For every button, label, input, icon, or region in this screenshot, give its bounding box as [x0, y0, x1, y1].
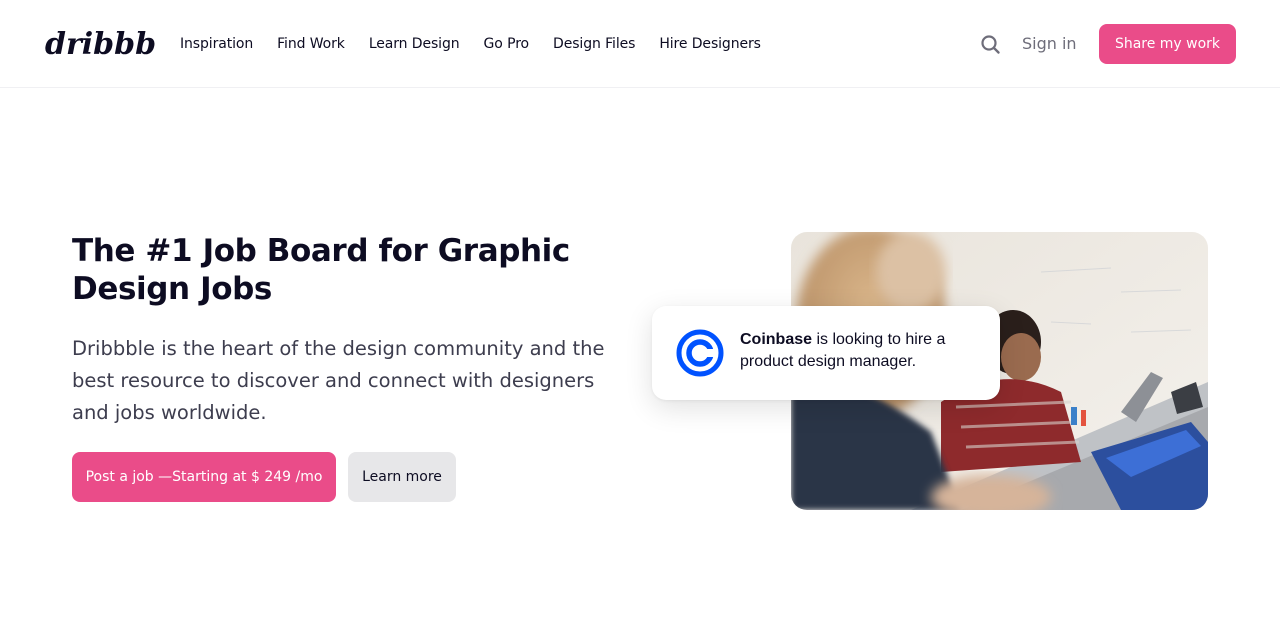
svg-text:dribbble: dribbble: [45, 27, 157, 62]
nav-learn-design[interactable]: Learn Design: [369, 36, 460, 52]
nav-design-files[interactable]: Design Files: [553, 36, 635, 52]
share-my-work-button[interactable]: Share my work: [1099, 24, 1236, 64]
nav-find-work[interactable]: Find Work: [277, 36, 345, 52]
nav-hire-designers[interactable]: Hire Designers: [659, 36, 761, 52]
hiring-card[interactable]: Coinbase is looking to hire a product de…: [652, 306, 1000, 400]
hiring-card-text: Coinbase is looking to hire a product de…: [740, 329, 980, 373]
dribbble-logo[interactable]: dribbble: [43, 24, 157, 64]
main-nav: Inspiration Find Work Learn Design Go Pr…: [180, 0, 761, 88]
nav-inspiration[interactable]: Inspiration: [180, 36, 253, 52]
hero-title: The #1 Job Board for Graphic Design Jobs: [72, 233, 570, 307]
sign-in-link[interactable]: Sign in: [1022, 34, 1077, 53]
site-header: dribbble Inspiration Find Work Learn Des…: [0, 0, 1280, 88]
hero-description: Dribbble is the heart of the design comm…: [72, 337, 605, 424]
post-job-button[interactable]: Post a job —Starting at $ 249 /mo: [72, 452, 336, 502]
learn-more-button[interactable]: Learn more: [348, 452, 456, 502]
company-name: Coinbase: [740, 331, 813, 348]
search-icon[interactable]: [980, 32, 1002, 56]
coinbase-logo-icon: [676, 329, 724, 377]
nav-go-pro[interactable]: Go Pro: [484, 36, 530, 52]
